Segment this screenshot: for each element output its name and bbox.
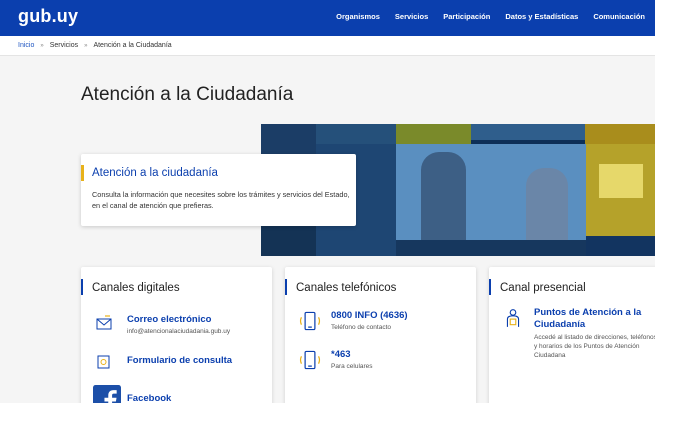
site-header: gub.uy Organismos Servicios Participació…: [0, 0, 655, 36]
phone-line-item[interactable]: 0800 INFO (4636) Teléfono de contacto: [299, 310, 469, 336]
person-info-icon: [506, 309, 520, 327]
mobile-line-item[interactable]: *463 Para celulares: [299, 349, 469, 375]
intro-text: Consulta la información que necesites so…: [92, 190, 350, 210]
breadcrumb-servicios[interactable]: Servicios: [50, 42, 78, 49]
form-icon: [97, 355, 110, 369]
mobile-icon: [299, 350, 321, 370]
card-in-person-channel: Canal presencial Puntos de Atención a la…: [489, 267, 655, 403]
service-points-label[interactable]: Puntos de Atención a la Ciudadanía: [534, 307, 654, 331]
facebook-label[interactable]: Facebook: [127, 393, 171, 403]
facebook-item[interactable]: Facebook: [93, 385, 265, 403]
breadcrumb-bar: Inicio » Servicios » Atención a la Ciuda…: [0, 36, 655, 56]
card-title: Canales telefónicos: [296, 282, 397, 294]
phone-line-value: Teléfono de contacto: [331, 324, 391, 331]
card-digital-channels: Canales digitales Correo electrónico inf…: [81, 267, 272, 403]
card-title: Canal presencial: [500, 282, 586, 294]
card-phone-channels: Canales telefónicos 0800 INFO (4636) Tel…: [285, 267, 476, 403]
intro-card: Atención a la ciudadanía Consulta la inf…: [81, 154, 356, 226]
main-nav: Organismos Servicios Participación Datos…: [336, 12, 645, 21]
nav-organismos[interactable]: Organismos: [336, 12, 380, 21]
page-title: Atención a la Ciudadanía: [81, 84, 294, 105]
phone-icon: [299, 311, 321, 331]
card-bar: [81, 279, 83, 295]
email-item[interactable]: Correo electrónico info@atencionalaciuda…: [95, 314, 265, 340]
breadcrumb-separator: »: [84, 42, 88, 49]
mobile-line-value: Para celulares: [331, 363, 373, 370]
facebook-icon: [93, 385, 121, 403]
form-label[interactable]: Formulario de consulta: [127, 355, 232, 366]
intro-title: Atención a la ciudadanía: [92, 167, 218, 179]
browser-viewport: gub.uy Organismos Servicios Participació…: [0, 0, 655, 403]
card-bar: [285, 279, 287, 295]
breadcrumb-separator: »: [40, 42, 44, 49]
form-item[interactable]: Formulario de consulta: [95, 353, 265, 371]
envelope-icon: [96, 315, 112, 330]
breadcrumb-current: Atención a la Ciudadanía: [93, 42, 172, 49]
card-bar: [489, 279, 491, 295]
mobile-line-label[interactable]: *463: [331, 349, 351, 360]
accent-bar: [81, 165, 84, 181]
nav-datos-estadisticas[interactable]: Datos y Estadísticas: [505, 12, 578, 21]
breadcrumb: Inicio » Servicios » Atención a la Ciuda…: [18, 42, 172, 49]
card-title: Canales digitales: [92, 282, 180, 294]
email-label[interactable]: Correo electrónico: [127, 314, 211, 325]
phone-line-label[interactable]: 0800 INFO (4636): [331, 310, 408, 321]
nav-comunicacion[interactable]: Comunicación: [593, 12, 645, 21]
email-value: info@atencionalaciudadania.gub.uy: [127, 328, 231, 335]
site-logo[interactable]: gub.uy: [18, 6, 78, 27]
service-points-item[interactable]: Puntos de Atención a la Ciudadanía Acced…: [503, 307, 655, 367]
nav-participacion[interactable]: Participación: [443, 12, 490, 21]
nav-servicios[interactable]: Servicios: [395, 12, 428, 21]
service-points-text: Accedé al listado de direcciones, teléfo…: [534, 334, 655, 359]
breadcrumb-home[interactable]: Inicio: [18, 42, 34, 49]
